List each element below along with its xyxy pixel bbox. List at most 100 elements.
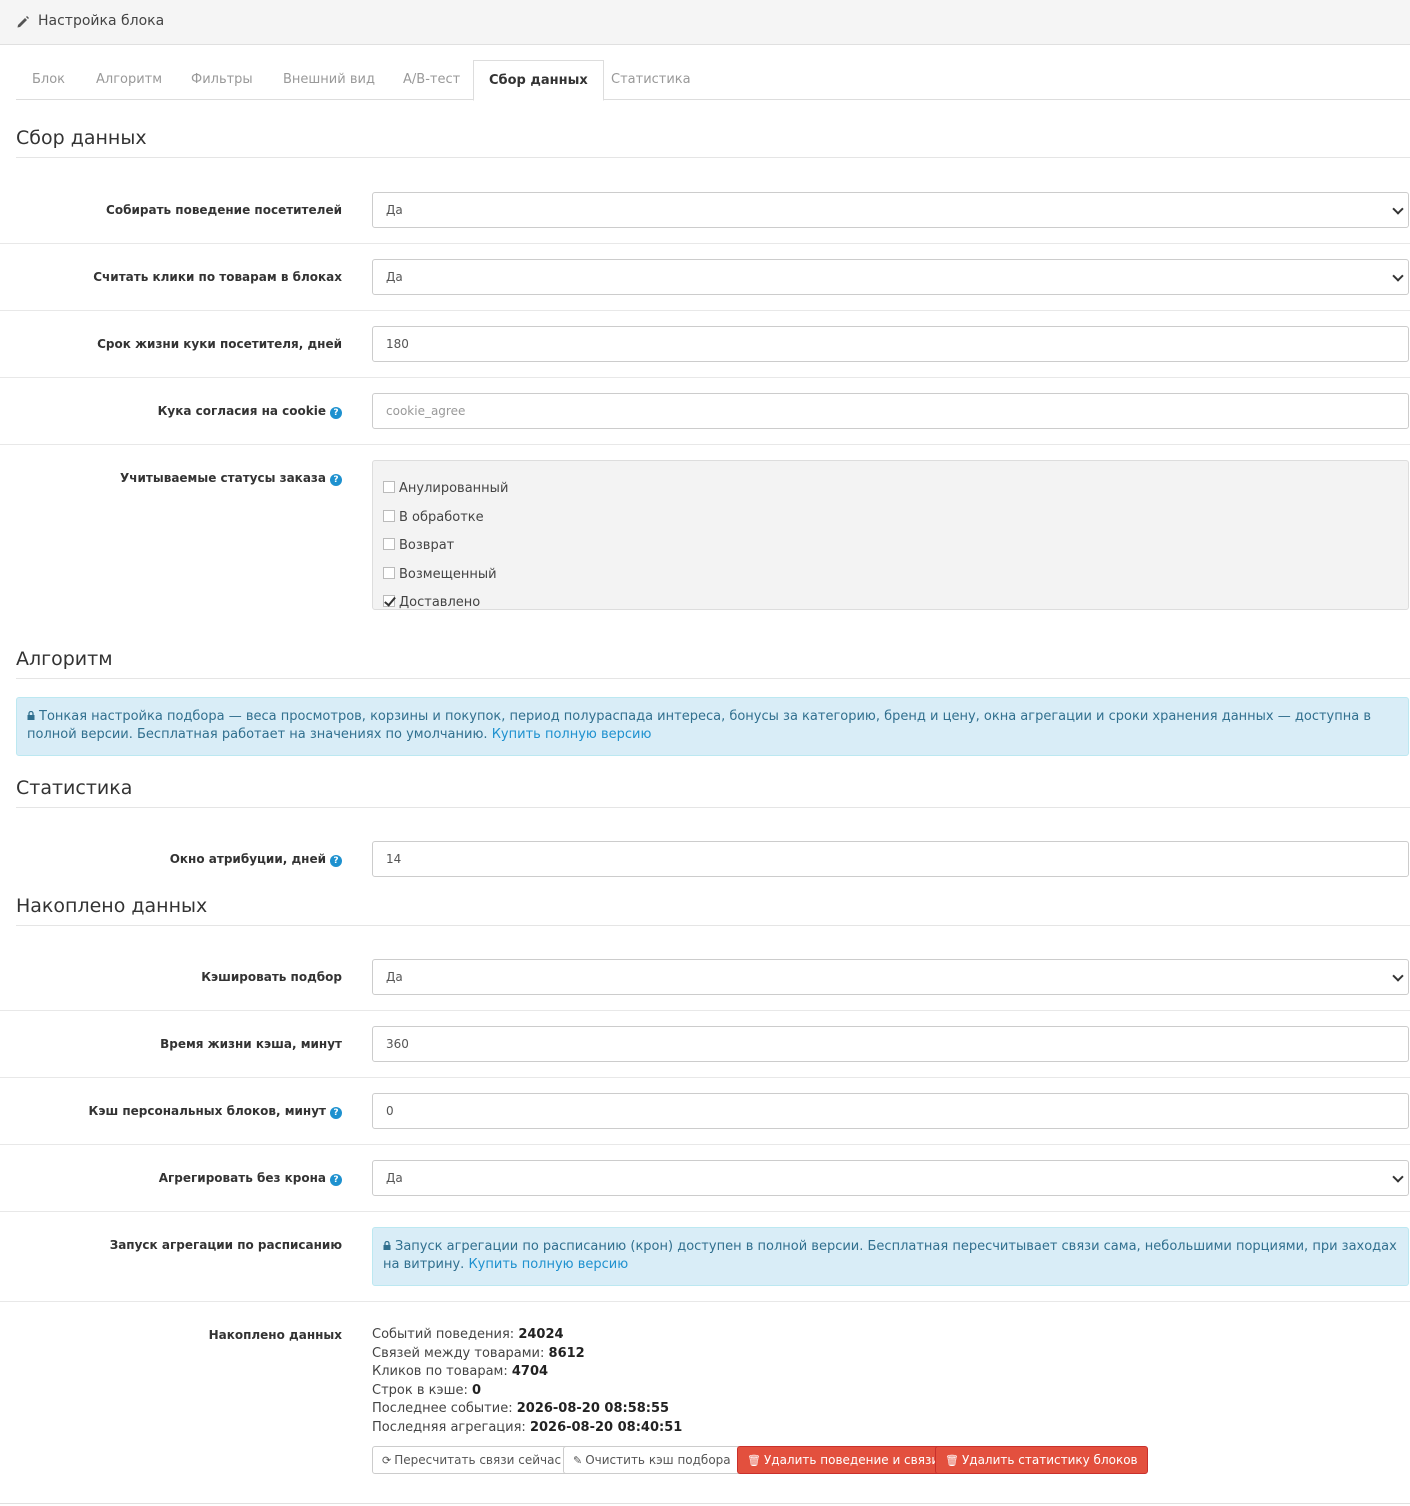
stat-row: Последняя агрегация: 2026-08-20 08:40:51 — [372, 1419, 682, 1438]
help-icon[interactable]: ? — [330, 855, 342, 867]
status-option[interactable]: Доставлено — [383, 595, 481, 610]
recalc-button-label: Пересчитать связи сейчас — [394, 1453, 562, 1467]
stat-label: Событий поведения: — [372, 1327, 515, 1342]
count-clicks-select[interactable]: Да — [372, 259, 1409, 295]
stat-value: 4704 — [511, 1364, 549, 1380]
buy-full-version-link[interactable]: Купить полную версию — [468, 1257, 628, 1272]
count-clicks-value: Да — [386, 270, 403, 284]
help-icon[interactable]: ? — [330, 474, 342, 486]
cache-selection-label: Кэшировать подбор — [201, 970, 342, 984]
recalc-button[interactable]: ⟳ Пересчитать связи сейчас — [372, 1446, 572, 1474]
row-divider — [0, 243, 1410, 244]
refresh-icon: ⟳ — [382, 1454, 392, 1467]
personal-cache-label-text: Кэш персональных блоков, минут — [88, 1104, 326, 1118]
cache-lifetime-label: Время жизни кэша, минут — [160, 1037, 342, 1051]
attribution-window-value: 14 — [386, 852, 402, 866]
delete-stats-button[interactable]: 🗑 Удалить статистику блоков — [935, 1446, 1148, 1474]
tab-data-collection[interactable]: Сбор данных — [473, 60, 604, 101]
order-statuses-list[interactable]: Анулированный В обработке Возврат Возмещ… — [372, 460, 1409, 610]
scheduled-aggregation-label: Запуск агрегации по расписанию — [109, 1238, 342, 1252]
clear-cache-button[interactable]: ✎ Очистить кэш подбора — [563, 1446, 741, 1474]
cookie-lifetime-input[interactable]: 180 — [372, 326, 1409, 362]
help-icon[interactable]: ? — [330, 1174, 342, 1186]
pencil-icon — [17, 16, 29, 28]
cache-lifetime-value: 360 — [386, 1037, 409, 1051]
tab-statistics[interactable]: Статистика — [611, 60, 691, 100]
consent-cookie-label: Кука согласия на cookie? — [158, 404, 342, 419]
tab-appearance[interactable]: Внешний вид — [283, 60, 375, 100]
order-statuses-label-text: Учитываемые статусы заказа — [120, 471, 326, 485]
count-clicks-label: Считать клики по товарам в блоках — [93, 270, 342, 284]
checkbox[interactable] — [383, 510, 395, 522]
personal-cache-input[interactable]: 0 — [372, 1093, 1409, 1129]
collect-behavior-value: Да — [386, 203, 403, 217]
aggregate-no-cron-label-text: Агрегировать без крона — [158, 1171, 326, 1185]
collect-behavior-label: Собирать поведение посетителей — [106, 203, 342, 217]
row-divider — [0, 1211, 1410, 1212]
personal-cache-value: 0 — [386, 1104, 394, 1118]
checkbox[interactable] — [383, 538, 395, 550]
stat-value: 2026-08-20 08:40:51 — [529, 1419, 683, 1435]
delete-stats-button-label: Удалить статистику блоков — [961, 1453, 1138, 1467]
row-divider — [0, 1144, 1410, 1145]
aggregate-no-cron-select[interactable]: Да — [372, 1160, 1409, 1196]
buy-full-version-link[interactable]: Купить полную версию — [492, 727, 652, 742]
consent-cookie-placeholder: cookie_agree — [386, 404, 466, 418]
attribution-window-label-text: Окно атрибуции, дней — [169, 852, 326, 866]
status-option[interactable]: Анулированный — [383, 481, 508, 496]
stat-value: 2026-08-20 08:58:55 — [516, 1401, 670, 1417]
tab-block[interactable]: Блок — [32, 60, 65, 100]
section-title-data-collection: Сбор данных — [16, 127, 1410, 158]
stat-value: 8612 — [548, 1345, 585, 1361]
algorithm-alert-text: Тонкая настройка подбора — веса просмотр… — [27, 709, 1371, 742]
row-divider — [0, 310, 1410, 311]
status-option[interactable]: Возврат — [383, 538, 454, 553]
order-statuses-label: Учитываемые статусы заказа? — [120, 471, 342, 486]
aggregate-no-cron-label: Агрегировать без крона? — [159, 1171, 342, 1186]
row-divider — [0, 1301, 1410, 1302]
row-divider — [0, 377, 1410, 378]
tab-bar: Блок Алгоритм Фильтры Внешний вид A/B-те… — [16, 60, 1410, 101]
tab-algorithm[interactable]: Алгоритм — [96, 60, 162, 100]
delete-behavior-button[interactable]: 🗑 Удалить поведение и связи — [737, 1446, 950, 1474]
panel-bottom-border — [0, 1503, 1410, 1504]
consent-cookie-input[interactable]: cookie_agree — [372, 393, 1409, 429]
eraser-icon: ✎ — [573, 1454, 583, 1467]
help-icon[interactable]: ? — [330, 407, 342, 419]
collect-behavior-select[interactable]: Да — [372, 192, 1409, 228]
row-divider — [0, 444, 1410, 445]
checkbox[interactable] — [383, 567, 395, 579]
cache-lifetime-input[interactable]: 360 — [372, 1026, 1409, 1062]
schedule-pro-alert: Запуск агрегации по расписанию (крон) до… — [372, 1227, 1409, 1286]
stat-label: Последняя агрегация: — [372, 1419, 526, 1435]
status-option-label: В обработке — [399, 510, 484, 525]
status-option-label: Возврат — [399, 538, 455, 553]
stat-row: Строк в кэше: 0 — [372, 1382, 682, 1401]
status-option-label: Доставлено — [399, 595, 481, 610]
help-icon[interactable]: ? — [330, 1107, 342, 1119]
section-title-statistics: Статистика — [16, 777, 1410, 808]
accumulated-data-label: Накоплено данных — [208, 1328, 342, 1342]
status-option[interactable]: Возмещенный — [383, 567, 497, 582]
cache-selection-select[interactable]: Да — [372, 959, 1409, 995]
trash-icon: 🗑 — [945, 1454, 959, 1467]
section-title-algorithm: Алгоритм — [16, 648, 1410, 679]
cookie-lifetime-value: 180 — [386, 337, 409, 351]
status-option[interactable]: В обработке — [383, 510, 484, 525]
stat-label: Кликов по товарам: — [372, 1364, 508, 1380]
checkbox-checked[interactable] — [383, 595, 395, 607]
cache-selection-value: Да — [386, 970, 403, 984]
stat-row: Кликов по товарам: 4704 — [372, 1363, 682, 1382]
attribution-window-label: Окно атрибуции, дней? — [170, 852, 342, 867]
tab-filters[interactable]: Фильтры — [191, 60, 253, 100]
section-title-accumulated: Накоплено данных — [16, 895, 1410, 926]
trash-icon: 🗑 — [747, 1454, 761, 1467]
attribution-window-input[interactable]: 14 — [372, 841, 1409, 877]
stat-value: 24024 — [518, 1327, 564, 1342]
tab-ab-test[interactable]: A/B-тест — [403, 60, 460, 100]
stat-value: 0 — [472, 1382, 482, 1398]
checkbox[interactable] — [383, 481, 395, 493]
clear-cache-button-label: Очистить кэш подбора — [585, 1453, 731, 1467]
stat-row: Последнее событие: 2026-08-20 08:58:55 — [372, 1400, 682, 1419]
stat-row: Связей между товарами: 8612 — [372, 1345, 682, 1364]
